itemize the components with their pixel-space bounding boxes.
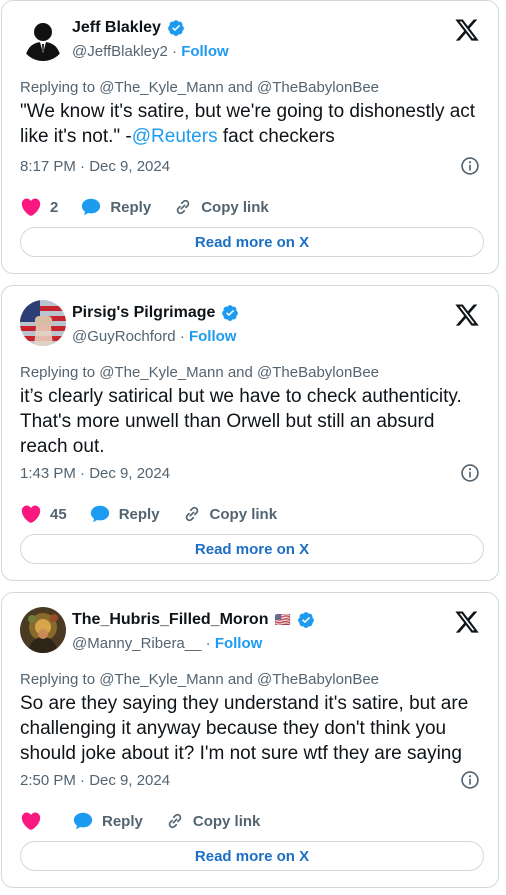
heart-icon [21, 198, 41, 216]
author-handle[interactable]: @GuyRochford [72, 328, 176, 345]
handle-row: @Manny_Ribera__ · Follow [72, 635, 262, 652]
avatar[interactable] [20, 15, 66, 61]
link-icon [176, 199, 190, 215]
reply-button[interactable]: Reply [80, 196, 151, 218]
author-name[interactable]: The_Hubris_Filled_Moron [72, 611, 268, 629]
read-more-button[interactable]: Read more on X [20, 227, 484, 257]
like-button[interactable]: 2 [20, 196, 58, 218]
copy-link-button[interactable]: Copy link [165, 811, 261, 831]
copy-link-button[interactable]: Copy link [173, 197, 269, 217]
handle-row: @JeffBlakley2 · Follow [72, 43, 229, 60]
avatar[interactable] [20, 607, 66, 653]
reply-button[interactable]: Reply [72, 810, 143, 832]
replying-to: Replying to @The_Kyle_Mann and @TheBabyl… [20, 364, 380, 381]
x-logo-icon[interactable] [454, 609, 480, 635]
copy-link-label: Copy link [209, 505, 278, 523]
author-handle[interactable]: @Manny_Ribera__ [72, 635, 201, 652]
link-icon [185, 506, 198, 522]
info-icon[interactable] [460, 156, 480, 176]
verified-badge-icon [222, 305, 239, 321]
heart-icon [21, 812, 41, 830]
reply-label: Reply [102, 812, 143, 830]
mention-link[interactable]: @Reuters [132, 126, 218, 147]
action-bar: Reply Copy link [20, 810, 282, 832]
tweet-text: "We know it's satire, but we're going to… [20, 99, 486, 149]
verified-badge-icon [168, 20, 184, 36]
tweet-card: The_Hubris_Filled_Moron 🇺🇸 @Manny_Ribera… [1, 592, 499, 888]
heart-icon [21, 505, 41, 523]
replying-to: Replying to @The_Kyle_Mann and @TheBabyl… [20, 671, 380, 688]
like-button[interactable] [20, 810, 50, 832]
x-logo-icon[interactable] [454, 17, 480, 43]
tweet-text: it’s clearly satirical but we have to ch… [20, 386, 462, 457]
tweet-text: So are they saying they understand it's … [20, 693, 469, 764]
like-count: 2 [50, 198, 59, 216]
embedded-tweets-feed: Jeff Blakley @JeffBlakley2 · Follow Repl… [0, 0, 506, 895]
timestamp[interactable]: 1:43 PM · Dec 9, 2024 [20, 465, 170, 482]
author-name[interactable]: Jeff Blakley [72, 19, 161, 37]
separator: · [167, 43, 182, 60]
us-flag-icon: 🇺🇸 [274, 612, 291, 627]
timestamp[interactable]: 2:50 PM · Dec 9, 2024 [20, 772, 170, 789]
replying-to: Replying to @The_Kyle_Mann and @TheBabyl… [20, 79, 380, 96]
read-more-button[interactable]: Read more on X [20, 534, 484, 564]
info-icon[interactable] [460, 463, 480, 483]
tweet-card: Jeff Blakley @JeffBlakley2 · Follow Repl… [1, 0, 499, 274]
action-bar: 45 Reply Copy link [20, 503, 299, 525]
author-name[interactable]: Pirsig's Pilgrimage [72, 304, 215, 322]
follow-link[interactable]: Follow [181, 43, 229, 60]
reply-label: Reply [118, 505, 160, 523]
tweet-card: Pirsig's Pilgrimage @GuyRochford · Follo… [1, 285, 499, 581]
info-icon[interactable] [460, 770, 480, 790]
like-button[interactable]: 45 [20, 503, 67, 525]
avatar[interactable] [20, 300, 66, 346]
follow-link[interactable]: Follow [189, 328, 237, 345]
copy-link-button[interactable]: Copy link [182, 504, 278, 524]
reply-bubble-icon [90, 505, 109, 523]
timestamp[interactable]: 8:17 PM · Dec 9, 2024 [20, 158, 170, 175]
action-bar: 2 Reply Copy link [20, 196, 291, 218]
handle-row: @GuyRochford · Follow [72, 328, 236, 345]
reply-bubble-icon [82, 198, 101, 216]
copy-link-label: Copy link [192, 812, 261, 830]
like-count: 45 [50, 505, 67, 523]
copy-link-label: Copy link [201, 198, 269, 216]
reply-bubble-icon [73, 812, 93, 830]
reply-button[interactable]: Reply [89, 503, 160, 525]
silhouette-avatar-icon [20, 15, 66, 61]
separator: · [201, 635, 215, 652]
link-icon [168, 813, 182, 829]
painting-avatar-icon [20, 607, 66, 653]
author-handle[interactable]: @JeffBlakley2 [72, 43, 168, 60]
reply-label: Reply [110, 198, 152, 216]
separator: · [175, 328, 189, 345]
follow-link[interactable]: Follow [215, 635, 263, 652]
tweet-text-part: fact checkers [217, 126, 335, 147]
x-logo-icon[interactable] [454, 302, 480, 328]
flag-fist-avatar-icon [20, 300, 66, 346]
verified-badge-icon [297, 612, 314, 628]
read-more-button[interactable]: Read more on X [20, 841, 484, 871]
